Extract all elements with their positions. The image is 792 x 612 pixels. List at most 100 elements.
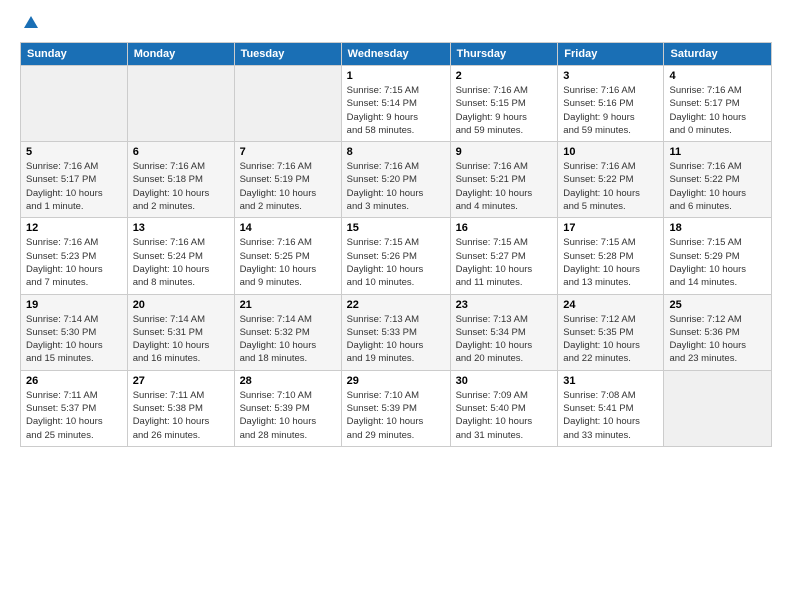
day-info: Sunrise: 7:16 AM Sunset: 5:20 PM Dayligh… bbox=[347, 160, 445, 213]
day-number: 1 bbox=[347, 70, 445, 82]
day-number: 31 bbox=[563, 375, 658, 387]
day-number: 26 bbox=[26, 375, 122, 387]
calendar-cell: 2 Sunrise: 7:16 AM Sunset: 5:15 PM Daylig… bbox=[450, 66, 558, 142]
day-number: 18 bbox=[669, 222, 766, 234]
calendar-cell: 4Sunrise: 7:16 AM Sunset: 5:17 PM Daylig… bbox=[664, 66, 772, 142]
day-number: 2 bbox=[456, 70, 553, 82]
day-info: Sunrise: 7:16 AM Sunset: 5:22 PM Dayligh… bbox=[669, 160, 766, 213]
day-info: Sunrise: 7:14 AM Sunset: 5:32 PM Dayligh… bbox=[240, 313, 336, 366]
day-number: 27 bbox=[133, 375, 229, 387]
day-info: Sunrise: 7:16 AM Sunset: 5:25 PM Dayligh… bbox=[240, 236, 336, 289]
calendar-cell: 29 Sunrise: 7:10 AM Sunset: 5:39 PM Dayli… bbox=[341, 370, 450, 446]
day-number: 30 bbox=[456, 375, 553, 387]
calendar-cell: 19 Sunrise: 7:14 AM Sunset: 5:30 PM Dayli… bbox=[21, 294, 128, 370]
calendar-cell: 5Sunrise: 7:16 AM Sunset: 5:17 PM Daylig… bbox=[21, 142, 128, 218]
day-info: Sunrise: 7:16 AM Sunset: 5:19 PM Dayligh… bbox=[240, 160, 336, 213]
calendar-cell: 17 Sunrise: 7:15 AM Sunset: 5:28 PM Dayli… bbox=[558, 218, 664, 294]
day-number: 10 bbox=[563, 146, 658, 158]
calendar-cell: 25 Sunrise: 7:12 AM Sunset: 5:36 PM Dayli… bbox=[664, 294, 772, 370]
day-info: Sunrise: 7:15 AM Sunset: 5:26 PM Dayligh… bbox=[347, 236, 445, 289]
calendar-cell bbox=[664, 370, 772, 446]
day-info: Sunrise: 7:16 AM Sunset: 5:17 PM Dayligh… bbox=[669, 84, 766, 137]
day-info: Sunrise: 7:16 AM Sunset: 5:23 PM Dayligh… bbox=[26, 236, 122, 289]
day-info: Sunrise: 7:16 AM Sunset: 5:21 PM Dayligh… bbox=[456, 160, 553, 213]
day-info: Sunrise: 7:12 AM Sunset: 5:36 PM Dayligh… bbox=[669, 313, 766, 366]
day-number: 22 bbox=[347, 299, 445, 311]
calendar-week-2: 5Sunrise: 7:16 AM Sunset: 5:17 PM Daylig… bbox=[21, 142, 772, 218]
day-number: 25 bbox=[669, 299, 766, 311]
day-number: 14 bbox=[240, 222, 336, 234]
day-number: 9 bbox=[456, 146, 553, 158]
calendar-cell: 9 Sunrise: 7:16 AM Sunset: 5:21 PM Daylig… bbox=[450, 142, 558, 218]
calendar-cell: 24 Sunrise: 7:12 AM Sunset: 5:35 PM Dayli… bbox=[558, 294, 664, 370]
calendar-cell: 27 Sunrise: 7:11 AM Sunset: 5:38 PM Dayli… bbox=[127, 370, 234, 446]
day-number: 15 bbox=[347, 222, 445, 234]
calendar-header-wednesday: Wednesday bbox=[341, 43, 450, 66]
calendar-week-1: 1 Sunrise: 7:15 AM Sunset: 5:14 PM Daylig… bbox=[21, 66, 772, 142]
day-number: 12 bbox=[26, 222, 122, 234]
calendar-cell: 10 Sunrise: 7:16 AM Sunset: 5:22 PM Dayli… bbox=[558, 142, 664, 218]
day-info: Sunrise: 7:13 AM Sunset: 5:34 PM Dayligh… bbox=[456, 313, 553, 366]
day-info: Sunrise: 7:10 AM Sunset: 5:39 PM Dayligh… bbox=[240, 389, 336, 442]
day-info: Sunrise: 7:11 AM Sunset: 5:38 PM Dayligh… bbox=[133, 389, 229, 442]
day-number: 16 bbox=[456, 222, 553, 234]
calendar-cell: 15 Sunrise: 7:15 AM Sunset: 5:26 PM Dayli… bbox=[341, 218, 450, 294]
calendar-cell: 31 Sunrise: 7:08 AM Sunset: 5:41 PM Dayli… bbox=[558, 370, 664, 446]
calendar-cell: 18 Sunrise: 7:15 AM Sunset: 5:29 PM Dayli… bbox=[664, 218, 772, 294]
day-number: 5 bbox=[26, 146, 122, 158]
calendar-cell: 8 Sunrise: 7:16 AM Sunset: 5:20 PM Daylig… bbox=[341, 142, 450, 218]
calendar-cell: 6 Sunrise: 7:16 AM Sunset: 5:18 PM Daylig… bbox=[127, 142, 234, 218]
day-number: 8 bbox=[347, 146, 445, 158]
calendar-header-thursday: Thursday bbox=[450, 43, 558, 66]
day-number: 6 bbox=[133, 146, 229, 158]
calendar-cell: 14 Sunrise: 7:16 AM Sunset: 5:25 PM Dayli… bbox=[234, 218, 341, 294]
day-number: 19 bbox=[26, 299, 122, 311]
calendar-cell: 1 Sunrise: 7:15 AM Sunset: 5:14 PM Daylig… bbox=[341, 66, 450, 142]
calendar-cell: 21 Sunrise: 7:14 AM Sunset: 5:32 PM Dayli… bbox=[234, 294, 341, 370]
day-info: Sunrise: 7:15 AM Sunset: 5:29 PM Dayligh… bbox=[669, 236, 766, 289]
day-number: 7 bbox=[240, 146, 336, 158]
calendar-cell: 3 Sunrise: 7:16 AM Sunset: 5:16 PM Daylig… bbox=[558, 66, 664, 142]
calendar-header-tuesday: Tuesday bbox=[234, 43, 341, 66]
day-number: 11 bbox=[669, 146, 766, 158]
calendar-cell: 20 Sunrise: 7:14 AM Sunset: 5:31 PM Dayli… bbox=[127, 294, 234, 370]
calendar-cell: 13Sunrise: 7:16 AM Sunset: 5:24 PM Dayli… bbox=[127, 218, 234, 294]
day-info: Sunrise: 7:16 AM Sunset: 5:22 PM Dayligh… bbox=[563, 160, 658, 213]
calendar-header-saturday: Saturday bbox=[664, 43, 772, 66]
day-info: Sunrise: 7:08 AM Sunset: 5:41 PM Dayligh… bbox=[563, 389, 658, 442]
calendar-cell: 22 Sunrise: 7:13 AM Sunset: 5:33 PM Dayli… bbox=[341, 294, 450, 370]
day-info: Sunrise: 7:10 AM Sunset: 5:39 PM Dayligh… bbox=[347, 389, 445, 442]
day-info: Sunrise: 7:16 AM Sunset: 5:18 PM Dayligh… bbox=[133, 160, 229, 213]
calendar-cell: 11 Sunrise: 7:16 AM Sunset: 5:22 PM Dayli… bbox=[664, 142, 772, 218]
calendar-cell: 7 Sunrise: 7:16 AM Sunset: 5:19 PM Daylig… bbox=[234, 142, 341, 218]
day-info: Sunrise: 7:16 AM Sunset: 5:16 PM Dayligh… bbox=[563, 84, 658, 137]
day-number: 23 bbox=[456, 299, 553, 311]
day-info: Sunrise: 7:15 AM Sunset: 5:28 PM Dayligh… bbox=[563, 236, 658, 289]
calendar-cell bbox=[127, 66, 234, 142]
calendar-week-4: 19 Sunrise: 7:14 AM Sunset: 5:30 PM Dayli… bbox=[21, 294, 772, 370]
day-info: Sunrise: 7:14 AM Sunset: 5:30 PM Dayligh… bbox=[26, 313, 122, 366]
day-info: Sunrise: 7:16 AM Sunset: 5:15 PM Dayligh… bbox=[456, 84, 553, 137]
calendar-week-3: 12 Sunrise: 7:16 AM Sunset: 5:23 PM Dayli… bbox=[21, 218, 772, 294]
day-number: 24 bbox=[563, 299, 658, 311]
day-info: Sunrise: 7:12 AM Sunset: 5:35 PM Dayligh… bbox=[563, 313, 658, 366]
day-number: 3 bbox=[563, 70, 658, 82]
calendar-header-friday: Friday bbox=[558, 43, 664, 66]
calendar-cell bbox=[21, 66, 128, 142]
calendar-cell: 23 Sunrise: 7:13 AM Sunset: 5:34 PM Dayli… bbox=[450, 294, 558, 370]
day-info: Sunrise: 7:14 AM Sunset: 5:31 PM Dayligh… bbox=[133, 313, 229, 366]
day-number: 20 bbox=[133, 299, 229, 311]
header bbox=[20, 16, 772, 32]
logo-icon bbox=[22, 14, 40, 32]
calendar-week-5: 26Sunrise: 7:11 AM Sunset: 5:37 PM Dayli… bbox=[21, 370, 772, 446]
day-number: 21 bbox=[240, 299, 336, 311]
day-number: 29 bbox=[347, 375, 445, 387]
day-number: 13 bbox=[133, 222, 229, 234]
day-info: Sunrise: 7:13 AM Sunset: 5:33 PM Dayligh… bbox=[347, 313, 445, 366]
day-info: Sunrise: 7:15 AM Sunset: 5:14 PM Dayligh… bbox=[347, 84, 445, 137]
calendar-header-sunday: Sunday bbox=[21, 43, 128, 66]
calendar-cell: 12 Sunrise: 7:16 AM Sunset: 5:23 PM Dayli… bbox=[21, 218, 128, 294]
day-number: 28 bbox=[240, 375, 336, 387]
calendar-cell: 28 Sunrise: 7:10 AM Sunset: 5:39 PM Dayli… bbox=[234, 370, 341, 446]
day-number: 17 bbox=[563, 222, 658, 234]
